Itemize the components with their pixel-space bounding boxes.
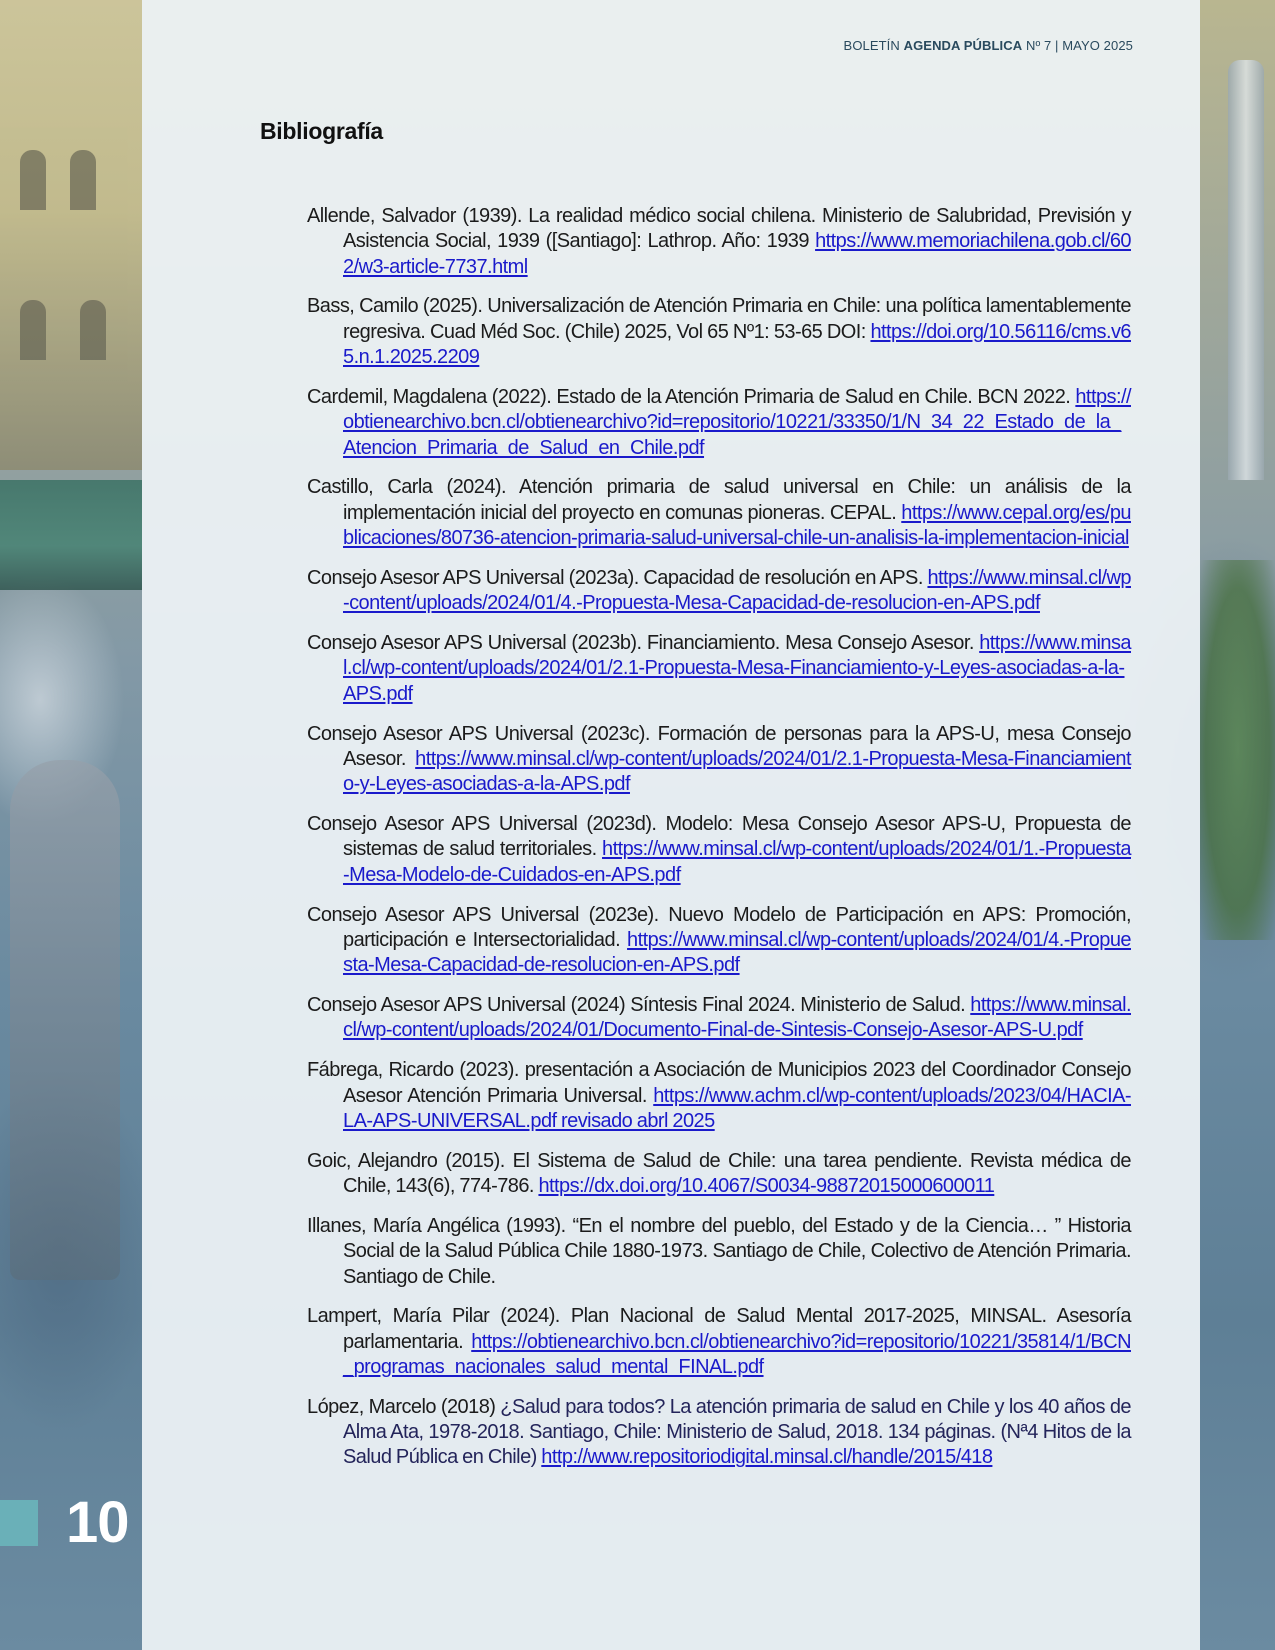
- reference-item: Fábrega, Ricardo (2023). presentación a …: [307, 1058, 1132, 1134]
- reference-item: Allende, Salvador (1939). La realidad mé…: [307, 204, 1132, 280]
- reference-item: Consejo Asesor APS Universal (2023b). Fi…: [307, 631, 1132, 707]
- reference-list: Allende, Salvador (1939). La realidad mé…: [307, 204, 1132, 1485]
- page-number-marker: [0, 1500, 38, 1546]
- reference-item: Bass, Camilo (2025). Universalización de…: [307, 294, 1132, 370]
- reference-link[interactable]: https://dx.doi.org/10.4067/S0034-9887201…: [538, 1175, 994, 1197]
- reference-item: Illanes, María Angélica (1993). “En el n…: [307, 1214, 1132, 1290]
- reference-text: Cardemil, Magdalena (2022). Estado de la…: [307, 385, 1076, 408]
- tree-silhouette: [1200, 560, 1275, 940]
- reference-item: Consejo Asesor APS Universal (2023d). Mo…: [307, 812, 1132, 888]
- reference-text: López, Marcelo (2018): [307, 1395, 501, 1418]
- bulletin-header: BOLETÍN AGENDA PÚBLICA Nº 7 | MAYO 2025: [844, 38, 1133, 53]
- pedestrian-silhouette: [10, 760, 120, 1280]
- reference-item: Consejo Asesor APS Universal (2024) Sínt…: [307, 993, 1132, 1044]
- building-facade: [0, 0, 142, 470]
- page-number: 10: [66, 1490, 130, 1555]
- reference-item: Cardemil, Magdalena (2022). Estado de la…: [307, 385, 1132, 461]
- reference-link[interactable]: http://www.repositoriodigital.minsal.cl/…: [541, 1446, 993, 1468]
- reference-item: Lampert, María Pilar (2024). Plan Nacion…: [307, 1304, 1132, 1380]
- reference-text: Illanes, María Angélica (1993). “En el n…: [307, 1214, 1132, 1288]
- bus-silhouette: [0, 480, 142, 590]
- reference-text: Consejo Asesor APS Universal (2024) Sínt…: [307, 994, 971, 1017]
- tower-silhouette: [1228, 60, 1264, 480]
- reference-item: Goic, Alejandro (2015). El Sistema de Sa…: [307, 1149, 1132, 1200]
- reference-text: Consejo Asesor APS Universal (2023b). Fi…: [307, 632, 980, 655]
- reference-item: Consejo Asesor APS Universal (2023c). Fo…: [307, 722, 1132, 798]
- reference-text: Consejo Asesor APS Universal (2023a). Ca…: [307, 566, 928, 589]
- reference-item: Consejo Asesor APS Universal (2023e). Nu…: [307, 903, 1132, 979]
- reference-item: Consejo Asesor APS Universal (2023a). Ca…: [307, 566, 1132, 617]
- header-issue: Nº 7 | MAYO 2025: [1022, 38, 1133, 53]
- reference-link[interactable]: https://www.minsal.cl/wp-content/uploads…: [343, 748, 1132, 795]
- header-prefix: BOLETÍN: [843, 38, 904, 53]
- section-title: Bibliografía: [260, 118, 383, 144]
- header-brand: AGENDA PÚBLICA: [903, 38, 1023, 53]
- reference-item: López, Marcelo (2018) ¿Salud para todos?…: [307, 1395, 1132, 1471]
- reference-item: Castillo, Carla (2024). Atención primari…: [307, 475, 1132, 551]
